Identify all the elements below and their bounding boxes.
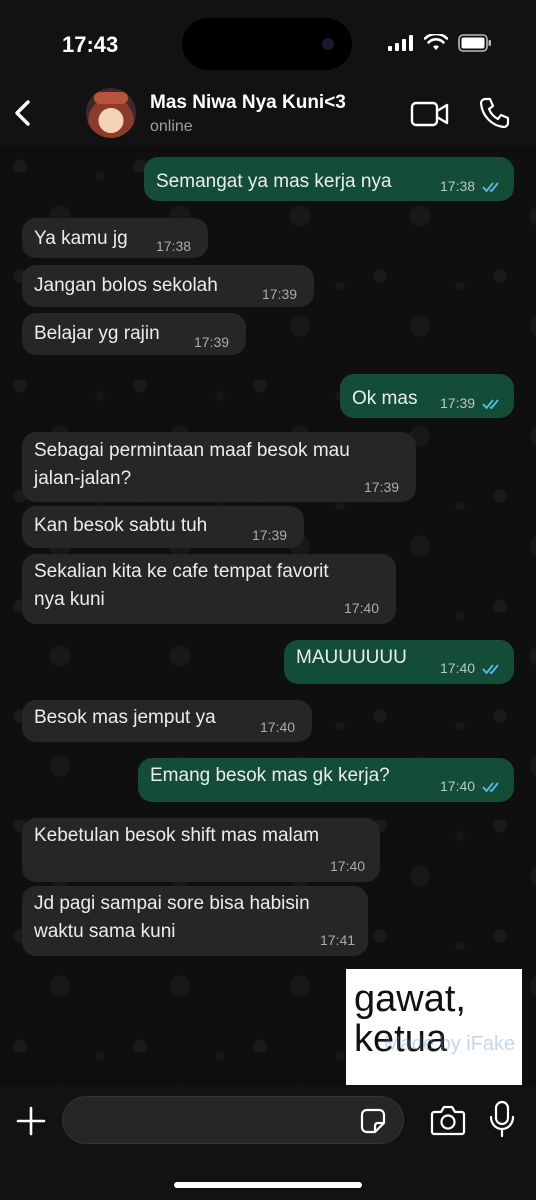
message-time: 17:41 [320, 932, 356, 948]
message-text: Sebagai permintaan maaf besok mau jalan-… [34, 440, 350, 489]
message-time: 17:39 [440, 395, 476, 411]
chat-area[interactable]: Semangat ya mas kerja nya 17:38 Ya kamu … [0, 146, 536, 1086]
message-time: 17:40 [440, 660, 476, 676]
status-icons [388, 34, 492, 52]
message-bubble-incoming[interactable]: Sekalian kita ke cafe tempat favorit nya… [22, 554, 396, 624]
camera-icon [430, 1105, 466, 1136]
message-text: Ya kamu jg [34, 228, 128, 249]
message-time: 17:40 [260, 719, 296, 735]
read-receipt-icon [482, 664, 499, 675]
message-time: 17:38 [440, 178, 476, 194]
message-bubble-outgoing[interactable]: MAUUUUUU 17:40 [284, 640, 514, 684]
message-time: 17:38 [156, 238, 192, 254]
message-time: 17:39 [262, 286, 298, 302]
message-bubble-incoming[interactable]: Kebetulan besok shift mas malam 17:40 [22, 818, 380, 882]
contact-status: online [150, 118, 193, 135]
message-text: Jangan bolos sekolah [34, 275, 218, 296]
message-text: Besok mas jemput ya [34, 707, 216, 728]
message-text: Kebetulan besok shift mas malam [34, 825, 320, 846]
message-text: Belajar yg rajin [34, 323, 160, 344]
message-time: 17:40 [330, 858, 366, 874]
phone-icon [479, 97, 510, 129]
video-camera-icon [410, 101, 449, 127]
attach-button[interactable] [16, 1106, 46, 1136]
front-camera-dot [322, 38, 334, 50]
message-text: Semangat ya mas kerja nya [156, 171, 392, 192]
video-call-button[interactable] [410, 100, 450, 128]
message-bubble-outgoing[interactable]: Emang besok mas gk kerja? 17:40 [138, 758, 514, 802]
voice-call-button[interactable] [478, 96, 510, 130]
read-receipt-icon [482, 399, 499, 410]
message-text: Jd pagi sampai sore bisa habisin waktu s… [34, 893, 310, 942]
message-bubble-incoming[interactable]: Jangan bolos sekolah 17:39 [22, 265, 314, 307]
chevron-left-icon [15, 100, 30, 126]
sticker-button[interactable] [360, 1108, 386, 1134]
microphone-button[interactable] [488, 1100, 516, 1138]
wifi-icon [424, 34, 448, 50]
camera-button[interactable] [430, 1104, 466, 1136]
message-bubble-incoming[interactable]: Ya kamu jg 17:38 [22, 218, 208, 258]
message-bubble-incoming[interactable]: Belajar yg rajin 17:39 [22, 313, 246, 355]
sticker-message[interactable]: gawat, ketua Made by iFake [346, 969, 522, 1085]
battery-icon [458, 34, 491, 52]
read-receipt-icon [482, 182, 499, 193]
dynamic-island [182, 18, 352, 70]
message-text: Emang besok mas gk kerja? [150, 765, 390, 786]
message-composer [0, 1086, 536, 1200]
message-text: Kan besok sabtu tuh [34, 515, 208, 536]
status-time: 17:43 [62, 32, 119, 57]
message-time: 17:39 [252, 527, 288, 543]
home-indicator [174, 1182, 362, 1188]
message-bubble-outgoing[interactable]: Ok mas 17:39 [340, 374, 514, 418]
message-text: MAUUUUUU [296, 647, 407, 668]
message-bubble-incoming[interactable]: Besok mas jemput ya 17:40 [22, 700, 312, 742]
message-time: 17:39 [194, 334, 230, 350]
message-time: 17:39 [364, 479, 400, 495]
message-input[interactable] [62, 1096, 404, 1144]
sticker-icon [360, 1108, 386, 1134]
chat-header: Mas Niwa Nya Kuni<3 online [0, 80, 536, 146]
contact-name[interactable]: Mas Niwa Nya Kuni<3 [150, 92, 346, 114]
contact-avatar[interactable] [86, 88, 136, 138]
message-bubble-incoming[interactable]: Sebagai permintaan maaf besok mau jalan-… [22, 432, 416, 502]
message-text: Ok mas [352, 388, 418, 409]
message-bubble-outgoing[interactable]: Semangat ya mas kerja nya 17:38 [144, 157, 514, 201]
microphone-icon [489, 1100, 515, 1138]
status-bar: 17:43 [0, 0, 536, 90]
cellular-signal-icon [388, 35, 413, 51]
back-button[interactable] [10, 96, 38, 130]
watermark: Made by iFake [384, 1033, 516, 1055]
read-receipt-icon [482, 782, 499, 793]
message-time: 17:40 [440, 778, 476, 794]
message-text: Sekalian kita ke cafe tempat favorit nya… [34, 561, 329, 610]
plus-icon [16, 1106, 46, 1136]
message-time: 17:40 [344, 600, 380, 616]
message-bubble-incoming[interactable]: Kan besok sabtu tuh 17:39 [22, 506, 304, 548]
message-bubble-incoming[interactable]: Jd pagi sampai sore bisa habisin waktu s… [22, 886, 368, 956]
